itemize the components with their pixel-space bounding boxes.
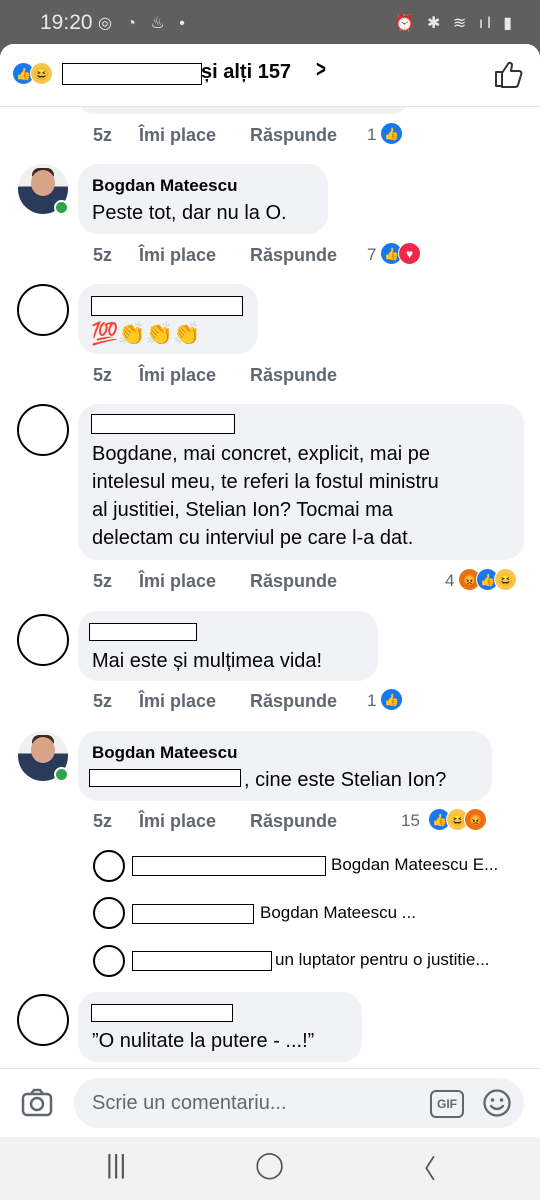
notification-icons: ◎ ◔ ♨ •	[98, 15, 190, 32]
time-label: 5z	[93, 691, 113, 711]
redacted-mention	[89, 769, 241, 787]
redacted-name	[62, 63, 202, 85]
comment-text: Mai este și mulțimea vida!	[92, 650, 323, 672]
comment-composer: GIF	[0, 1068, 540, 1137]
like-button[interactable]: Îmi place	[139, 811, 216, 832]
love-icon: ♥	[398, 242, 421, 265]
comment-text-line: intelesul meu, te referi la fostul minis…	[92, 471, 439, 493]
reply-button[interactable]: Răspunde	[250, 245, 337, 266]
redacted-name	[91, 414, 235, 434]
redacted-name	[91, 1004, 233, 1022]
haha-icon: 😆	[30, 62, 53, 85]
haha-icon: 😆	[494, 568, 517, 591]
redacted-name	[132, 856, 326, 876]
reactions-header[interactable]: 👍 😆 și alți 157 >	[0, 44, 540, 107]
recent-apps-icon[interactable]: |||	[106, 1149, 126, 1180]
gif-icon[interactable]: GIF	[430, 1090, 464, 1118]
comment-input-box[interactable]: GIF	[74, 1078, 524, 1128]
chevron-right-icon[interactable]: >	[316, 56, 326, 84]
reply-button[interactable]: Răspunde	[250, 125, 337, 146]
status-bar: 19:20 ◎ ◔ ♨ • ⏰ ✱ ≋ ıl ▮	[0, 0, 540, 44]
reaction-count[interactable]: 15	[401, 811, 420, 831]
redacted-name	[91, 296, 243, 316]
like-button[interactable]: Îmi place	[139, 571, 216, 592]
reply-preview[interactable]: un luptator pentru o justitie...	[275, 950, 490, 970]
avatar[interactable]	[17, 404, 69, 456]
reaction-count[interactable]: 4	[445, 571, 454, 591]
comment-bubble[interactable]: ”O nulitate la putere - ...!”	[78, 992, 362, 1062]
avatar[interactable]	[17, 994, 69, 1046]
redacted-name	[132, 904, 254, 924]
comment-text: , cine este Stelian Ion?	[244, 769, 447, 791]
avatar[interactable]	[93, 945, 125, 977]
reply-preview[interactable]: Bogdan Mateescu E...	[331, 855, 498, 875]
comment-text-line: delectam cu interviul pe care l-a dat.	[92, 527, 414, 549]
reply-button[interactable]: Răspunde	[250, 811, 337, 832]
comment-bubble[interactable]: Bogdan Mateescu , cine este Stelian Ion?	[78, 731, 492, 801]
time-label: 5z	[93, 811, 113, 831]
system-icons: ⏰ ✱ ≋ ıl ▮	[394, 15, 516, 32]
reaction-count[interactable]: 1	[367, 125, 376, 145]
like-button[interactable]: Îmi place	[139, 365, 216, 386]
redacted-name	[89, 623, 197, 641]
comment-bubble[interactable]: Mai este și mulțimea vida!	[78, 611, 378, 681]
reply-button[interactable]: Răspunde	[250, 691, 337, 712]
comment-text: Peste tot, dar nu la O.	[92, 202, 287, 224]
comment-text-line: al justitiei, Stelian Ion? Tocmai ma	[92, 499, 393, 521]
avatar-face	[31, 737, 55, 763]
online-status-icon	[54, 767, 69, 782]
time-label: 5z	[93, 571, 113, 591]
reply-preview[interactable]: Bogdan Mateescu ...	[260, 903, 416, 923]
avatar[interactable]	[17, 614, 69, 666]
redacted-name	[132, 951, 272, 971]
comment-emojis: 💯👏👏👏	[91, 321, 201, 346]
reaction-count[interactable]: 1	[367, 691, 376, 711]
reaction-count[interactable]: 7	[367, 245, 376, 265]
avatar[interactable]	[93, 850, 125, 882]
reply-button[interactable]: Răspunde	[250, 365, 337, 386]
status-time: 19:20	[40, 11, 93, 34]
emoji-icon[interactable]	[482, 1088, 512, 1118]
system-nav-bar: ||| ◯ 〈	[0, 1137, 540, 1200]
like-icon: 👍	[380, 122, 403, 145]
time-label: 5z	[93, 125, 113, 145]
home-icon[interactable]: ◯	[255, 1149, 284, 1180]
avatar-face	[31, 170, 55, 196]
comment-bubble[interactable]: Bogdan Mateescu Peste tot, dar nu la O.	[78, 164, 328, 234]
like-icon: 👍	[380, 688, 403, 711]
camera-icon[interactable]	[20, 1085, 54, 1119]
angry-icon: 😡	[464, 808, 487, 831]
comment-bubble[interactable]: 💯👏👏👏	[78, 284, 258, 354]
comments-sheet: 👍 😆 și alți 157 > 5z Îmi place Răspunde …	[0, 44, 540, 1137]
reactions-summary[interactable]: și alți 157	[201, 61, 291, 84]
like-button[interactable]: Îmi place	[139, 245, 216, 266]
avatar[interactable]	[93, 897, 125, 929]
reply-button[interactable]: Răspunde	[250, 571, 337, 592]
comment-text: ”O nulitate la putere - ...!”	[92, 1030, 315, 1052]
comment-author[interactable]: Bogdan Mateescu	[92, 743, 237, 763]
avatar[interactable]	[17, 284, 69, 336]
comment-author[interactable]: Bogdan Mateescu	[92, 176, 237, 196]
online-status-icon	[54, 200, 69, 215]
comment-input[interactable]	[90, 1088, 404, 1118]
time-label: 5z	[93, 245, 113, 265]
back-icon[interactable]: 〈	[410, 1149, 436, 1186]
comment-bubble[interactable]: Bogdane, mai concret, explicit, mai pe i…	[78, 404, 524, 560]
like-button[interactable]: Îmi place	[139, 125, 216, 146]
comment-text-line: Bogdane, mai concret, explicit, mai pe	[92, 443, 430, 465]
like-icon[interactable]	[492, 58, 524, 90]
time-label: 5z	[93, 365, 113, 385]
like-button[interactable]: Îmi place	[139, 691, 216, 712]
